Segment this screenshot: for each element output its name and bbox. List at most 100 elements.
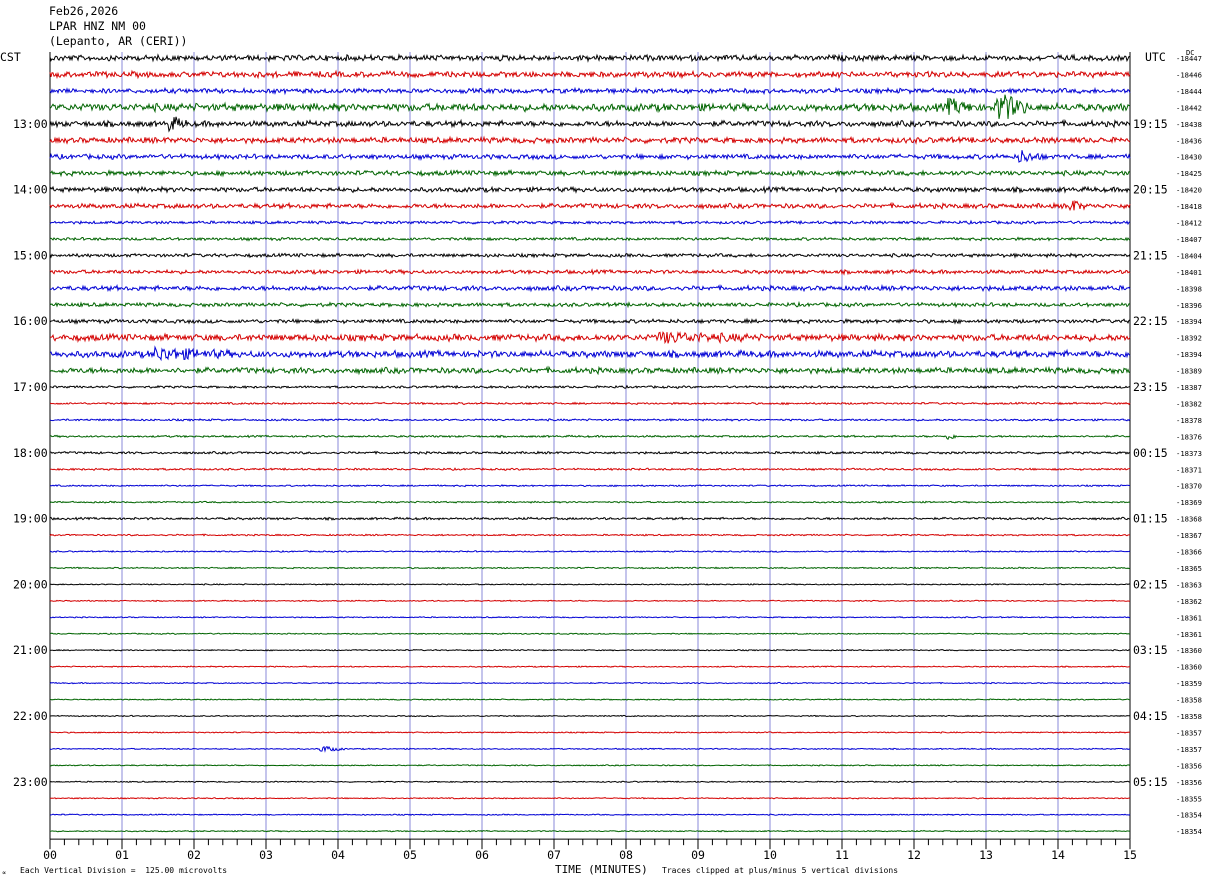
dc-offset-label: -18396 xyxy=(1176,301,1202,310)
dc-offset-label: -18366 xyxy=(1176,548,1202,557)
x-tick-label: 06 xyxy=(475,848,489,862)
dc-offset-label: -18392 xyxy=(1176,334,1202,343)
x-tick-label: 14 xyxy=(1051,848,1065,862)
right-zone-label: UTC xyxy=(1145,50,1166,64)
trace-37 xyxy=(49,648,1131,652)
dc-offset-label: -18394 xyxy=(1176,350,1202,359)
dc-offset-label: -18389 xyxy=(1176,367,1202,376)
dc-offset-label: -18373 xyxy=(1176,449,1202,458)
dc-offset-label: -18387 xyxy=(1176,383,1202,392)
trace-6 xyxy=(49,135,1131,145)
dc-offset-label: -18404 xyxy=(1176,251,1202,260)
clip-note: Traces clipped at plus/minus 5 vertical … xyxy=(662,866,899,875)
dc-offset-label: -18398 xyxy=(1176,284,1202,293)
trace-41 xyxy=(49,714,1131,718)
dc-offset-label: -18358 xyxy=(1176,712,1202,721)
dc-offset-label: -18371 xyxy=(1176,465,1202,474)
trace-24 xyxy=(50,434,1131,440)
x-tick-label: 12 xyxy=(907,848,921,862)
x-tick-label: 15 xyxy=(1123,848,1137,862)
trace-4 xyxy=(49,94,1131,119)
dc-offset-label: -18357 xyxy=(1176,728,1202,737)
trace-27 xyxy=(49,484,1130,488)
trace-8 xyxy=(49,169,1131,178)
trace-28 xyxy=(49,500,1131,504)
right-hour-label: 04:15 xyxy=(1133,709,1168,723)
trace-48 xyxy=(49,829,1131,833)
dc-offset-label: -18401 xyxy=(1176,268,1202,277)
left-hour-label: 15:00 xyxy=(13,248,48,262)
trace-39 xyxy=(49,681,1131,685)
left-hour-label: 13:00 xyxy=(13,117,48,131)
dc-offset-label: -18394 xyxy=(1176,317,1202,326)
trace-21 xyxy=(49,384,1131,390)
trace-46 xyxy=(49,797,1131,800)
left-hour-label: 18:00 xyxy=(13,446,48,460)
x-tick-label: 11 xyxy=(835,848,849,862)
x-tick-label: 03 xyxy=(259,848,273,862)
trace-30 xyxy=(49,533,1130,537)
trace-5 xyxy=(49,116,1131,133)
left-hour-label: 20:00 xyxy=(13,577,48,591)
dc-offset-label: -18436 xyxy=(1176,136,1202,145)
right-hour-label: 02:15 xyxy=(1133,577,1168,591)
trace-44 xyxy=(49,763,1131,767)
dc-offset-label: -18425 xyxy=(1176,169,1202,178)
trace-16 xyxy=(49,300,1131,309)
dc-offset-label: -18370 xyxy=(1176,482,1202,491)
trace-22 xyxy=(49,401,1131,406)
x-tick-label: 07 xyxy=(547,848,561,862)
trace-45 xyxy=(49,780,1131,784)
left-zone-label: CST xyxy=(0,50,21,64)
left-hour-label: 17:00 xyxy=(13,380,48,394)
dc-offset-label: -18360 xyxy=(1176,646,1202,655)
dc-offset-label: -18363 xyxy=(1176,580,1202,589)
dc-offset-label: -18367 xyxy=(1176,531,1202,540)
x-tick-label: 02 xyxy=(187,848,201,862)
trace-15 xyxy=(49,283,1131,293)
dc-offset-label: -18362 xyxy=(1176,597,1202,606)
dc-offset-label: -18376 xyxy=(1176,432,1202,441)
trace-26 xyxy=(50,467,1131,472)
trace-36 xyxy=(50,632,1131,636)
helicorder-plot: CST UTC DC 00 01 02 03 04 05 06 07 08 09 10 11 12 13 1… xyxy=(0,49,1202,862)
dc-offset-label: -18378 xyxy=(1176,416,1202,425)
dc-offset-label: -18369 xyxy=(1176,498,1202,507)
right-hour-label: 23:15 xyxy=(1133,380,1168,394)
right-hour-label: 19:15 xyxy=(1133,117,1168,131)
trace-20 xyxy=(49,365,1131,376)
dc-offset-label: -18430 xyxy=(1176,153,1202,162)
left-hour-label: 22:00 xyxy=(13,709,48,723)
trace-47 xyxy=(49,813,1131,817)
trace-32 xyxy=(49,566,1131,570)
right-hour-label: 05:15 xyxy=(1133,775,1168,789)
dc-offset-label: -18359 xyxy=(1176,679,1202,688)
dc-offset-label: -18358 xyxy=(1176,696,1202,705)
trace-29 xyxy=(49,516,1131,522)
trace-10 xyxy=(49,199,1131,212)
trace-40 xyxy=(50,698,1131,701)
x-tick-label: 09 xyxy=(691,848,705,862)
x-tick-label: 05 xyxy=(403,848,417,862)
dc-offset-label: -18361 xyxy=(1176,630,1202,639)
dc-offset-label: -18442 xyxy=(1176,103,1202,112)
dc-offset-label: -18354 xyxy=(1176,827,1202,836)
trace-31 xyxy=(49,550,1131,553)
left-hour-label: 21:00 xyxy=(13,643,48,657)
left-hour-label: 19:00 xyxy=(13,512,48,526)
dc-offset-label: -18407 xyxy=(1176,235,1202,244)
dc-offset-label: -18356 xyxy=(1176,761,1202,770)
dc-offset-label: -18365 xyxy=(1176,564,1202,573)
x-tick-label: 10 xyxy=(763,848,777,862)
dc-offset-labels: -18447 -18446 -18444 -18442 -18438 -18436 -184… xyxy=(1176,54,1202,836)
x-tick-label: 00 xyxy=(43,848,57,862)
trace-12 xyxy=(49,236,1131,242)
trace-1 xyxy=(49,53,1131,63)
trace-18 xyxy=(49,331,1131,345)
dc-offset-label: -18354 xyxy=(1176,811,1202,820)
dc-offset-label: -18382 xyxy=(1176,399,1202,408)
x-tick-label: 04 xyxy=(331,848,345,862)
dc-offset-label: -18438 xyxy=(1176,120,1202,129)
trace-34 xyxy=(49,599,1131,603)
right-hour-label: 03:15 xyxy=(1133,643,1168,657)
